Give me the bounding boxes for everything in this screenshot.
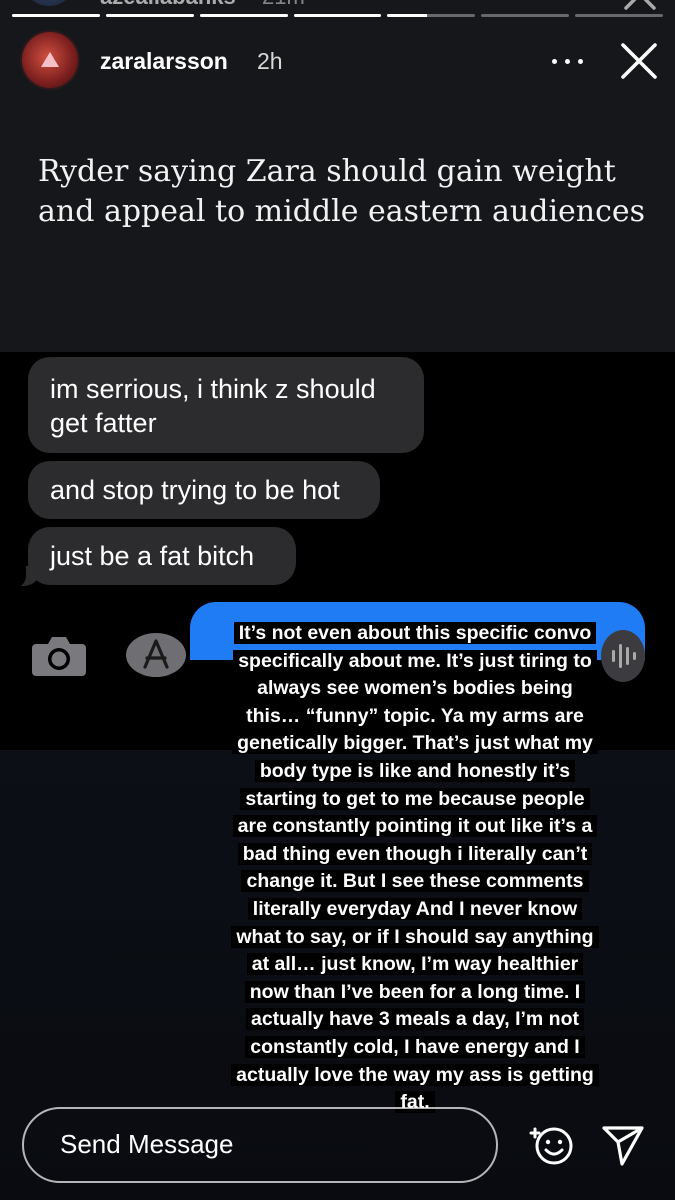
progress-segment bbox=[575, 14, 664, 17]
overlay-text-content: now than I’ve been for a long time. I bbox=[244, 980, 586, 1003]
camera-icon bbox=[32, 637, 86, 676]
more-dots-icon bbox=[578, 59, 583, 64]
overlay-text-content: It’s not even about this specific convo bbox=[233, 622, 597, 644]
message-text: im serrious, i think z should bbox=[50, 374, 376, 404]
story-progress-bar bbox=[12, 14, 664, 17]
message-text: get fatter bbox=[50, 408, 157, 438]
progress-fill bbox=[293, 14, 382, 17]
overlay-text-content: genetically bigger. That’s just what my bbox=[232, 732, 598, 755]
overlay-text-line: actually love the way my ass is getting bbox=[205, 1062, 625, 1090]
overlay-text-line: starting to get to me because people bbox=[205, 786, 625, 814]
overlay-text-line: always see women’s bodies being bbox=[205, 675, 625, 703]
previous-story-username: azealiabanks bbox=[100, 0, 236, 10]
overlay-text-line: literally everyday And I never know bbox=[205, 896, 625, 924]
app-store-icon bbox=[126, 633, 186, 677]
overlay-text-line: change it. But I see these comments bbox=[205, 868, 625, 896]
message-text: and stop trying to be hot bbox=[50, 475, 340, 505]
overlay-text-content: constantly cold, I have energy and I bbox=[245, 1035, 585, 1058]
more-dots-icon bbox=[552, 59, 557, 64]
overlay-text-content: specifically about me. It’s just tiring … bbox=[233, 649, 597, 672]
close-icon[interactable] bbox=[618, 40, 660, 82]
overlay-text-line: body type is like and honestly it’s bbox=[205, 758, 625, 786]
overlay-text-content: change it. But I see these comments bbox=[241, 870, 589, 893]
progress-fill bbox=[387, 14, 427, 17]
caption-line: Ryder saying Zara should gain weight bbox=[38, 154, 616, 189]
overlay-text-line: now than I’ve been for a long time. I bbox=[205, 979, 625, 1007]
incoming-message-bubble: and stop trying to be hot bbox=[28, 461, 380, 519]
avatar[interactable] bbox=[22, 32, 78, 88]
overlay-text-content: always see women’s bodies being bbox=[252, 677, 578, 700]
previous-story-avatar bbox=[22, 0, 76, 6]
overlay-text-content: starting to get to me because people bbox=[240, 787, 590, 810]
incoming-message-bubble: im serrious, i think z should get fatter bbox=[28, 357, 424, 453]
message-text: just be a fat bitch bbox=[50, 541, 255, 571]
incoming-message-bubble: just be a fat bitch bbox=[28, 527, 296, 585]
overlay-text-content: literally everyday And I never know bbox=[247, 897, 583, 920]
caption-line: and appeal to middle eastern audiences bbox=[38, 194, 646, 229]
story-caption: Ryder saying Zara should gain weight and… bbox=[38, 152, 646, 232]
story-username[interactable]: zaralarsson bbox=[100, 48, 228, 75]
overlay-text-line: actually have 3 meals a day, I’m not bbox=[205, 1006, 625, 1034]
overlay-text-line: specifically about me. It’s just tiring … bbox=[205, 648, 625, 676]
overlay-text-content: body type is like and honestly it’s bbox=[254, 759, 576, 782]
overlay-text-line: bad thing even though i literally can’t bbox=[205, 841, 625, 869]
progress-segment bbox=[293, 14, 382, 17]
overlay-text-content: what to say, or if I should say anything bbox=[231, 925, 599, 948]
overlay-text-content: this… “funny” topic. Ya my arms are bbox=[241, 704, 589, 727]
overlay-text-line: genetically bigger. That’s just what my bbox=[205, 730, 625, 758]
progress-fill bbox=[12, 14, 100, 17]
avatar-logo-icon bbox=[41, 52, 59, 67]
progress-segment bbox=[199, 14, 288, 17]
overlay-text-line: It’s not even about this specific convo bbox=[205, 620, 625, 648]
send-message-input[interactable]: Send Message bbox=[22, 1107, 498, 1183]
previous-close-icon bbox=[624, 0, 656, 10]
overlay-text-content: at all… just know, I’m way healthier bbox=[246, 953, 584, 976]
story-timestamp: 2h bbox=[257, 48, 283, 74]
more-options-button[interactable] bbox=[548, 44, 588, 80]
previous-more-dots-icon: ••• bbox=[552, 0, 585, 9]
send-paper-plane-icon[interactable] bbox=[600, 1122, 646, 1168]
previous-story-time: 21m bbox=[262, 0, 305, 10]
previous-story-header: azealiabanks 21m ••• bbox=[0, 0, 675, 24]
send-message-placeholder: Send Message bbox=[60, 1129, 234, 1159]
progress-segment bbox=[387, 14, 476, 17]
overlay-text-content: bad thing even though i literally can’t bbox=[237, 842, 593, 865]
overlay-text-content: actually love the way my ass is getting bbox=[231, 1063, 599, 1086]
story-text-overlay: It’s not even about this specific convo s… bbox=[205, 620, 625, 1117]
progress-segment bbox=[481, 14, 570, 17]
progress-fill bbox=[199, 14, 288, 17]
overlay-text-line: this… “funny” topic. Ya my arms are bbox=[205, 703, 625, 731]
overlay-text-content: actually have 3 meals a day, I’m not bbox=[245, 1008, 585, 1031]
progress-segment bbox=[12, 14, 100, 17]
overlay-text-line: at all… just know, I’m way healthier bbox=[205, 951, 625, 979]
progress-segment bbox=[105, 14, 194, 17]
progress-fill bbox=[105, 14, 194, 17]
overlay-text-content: are constantly pointing it out like it’s… bbox=[232, 815, 598, 838]
overlay-text-line: constantly cold, I have energy and I bbox=[205, 1034, 625, 1062]
more-dots-icon bbox=[565, 59, 570, 64]
overlay-text-line: are constantly pointing it out like it’s… bbox=[205, 813, 625, 841]
overlay-text-line: what to say, or if I should say anything bbox=[205, 924, 625, 952]
emoji-reaction-icon[interactable] bbox=[528, 1120, 576, 1168]
